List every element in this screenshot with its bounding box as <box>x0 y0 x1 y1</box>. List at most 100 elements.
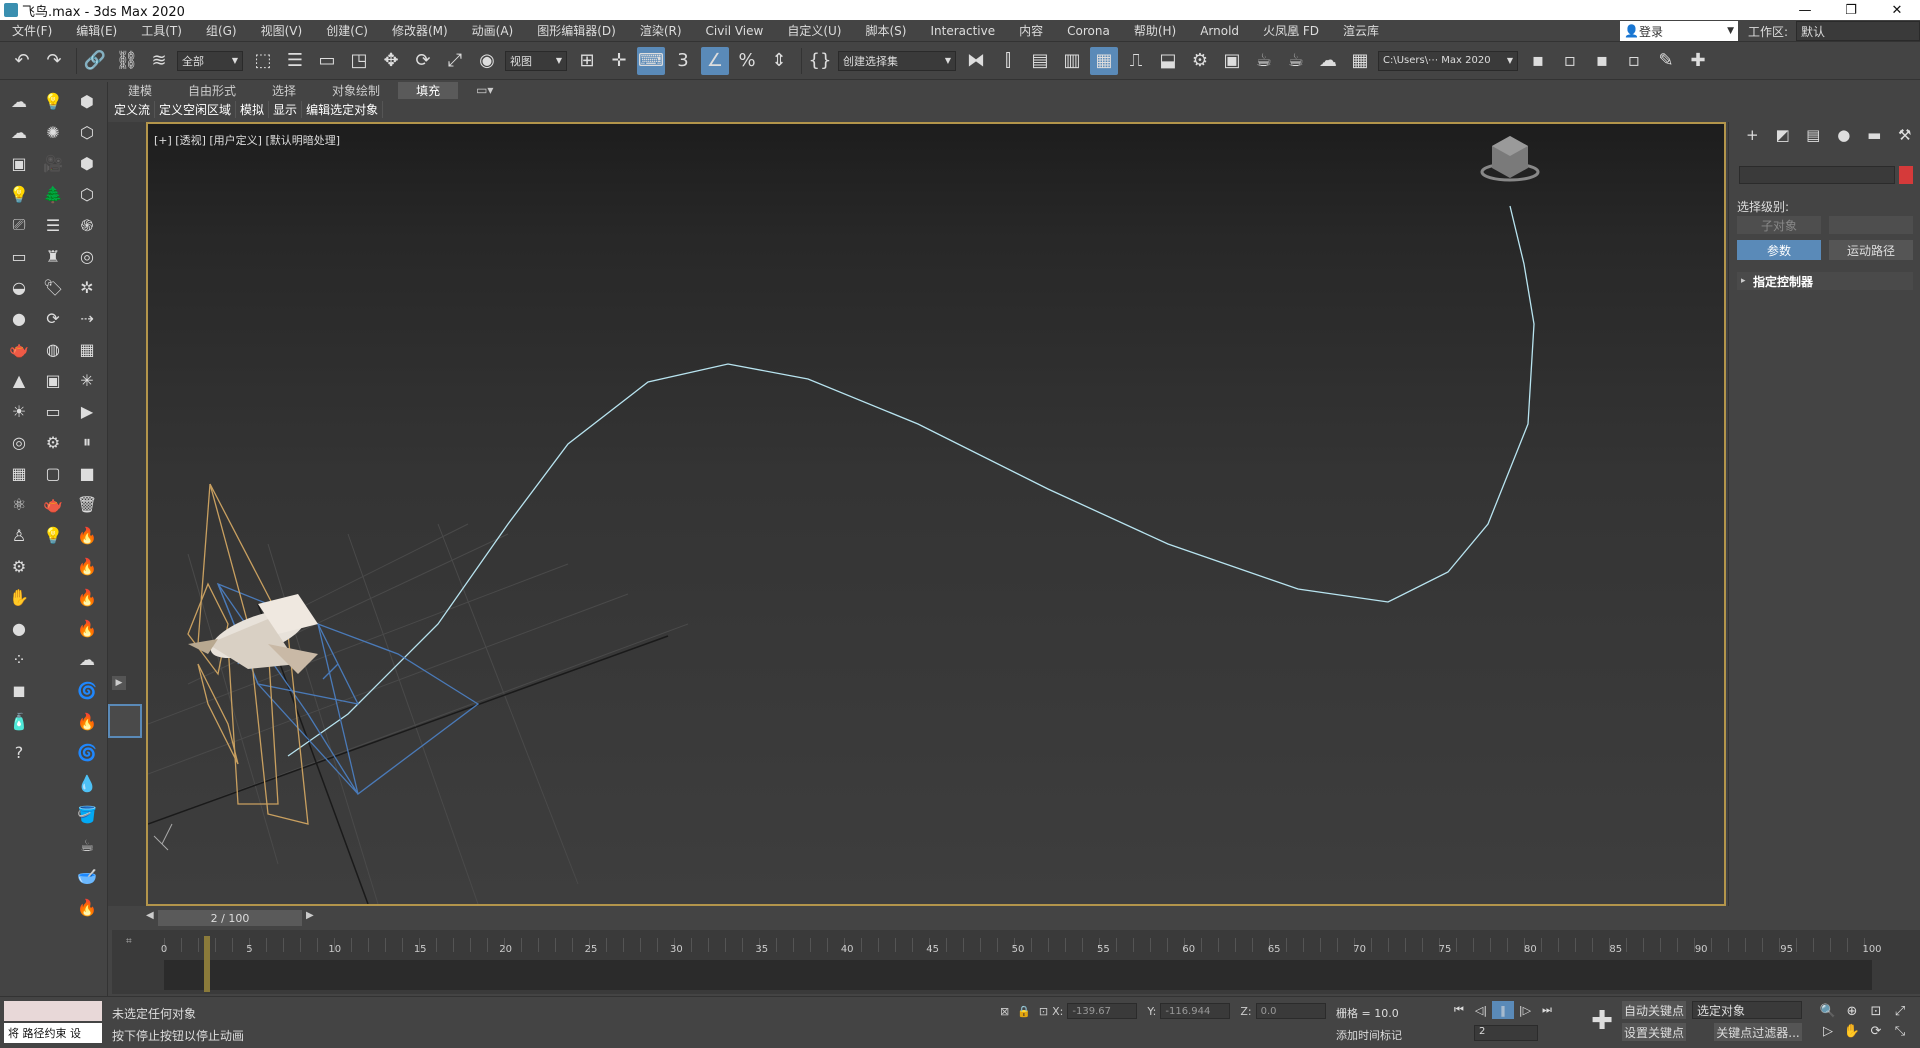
network-icon[interactable]: ✲ <box>74 274 100 300</box>
menu-corona[interactable]: Corona <box>1055 24 1122 38</box>
bottle-icon[interactable]: 🧴 <box>6 708 32 734</box>
utilities-tab-icon[interactable]: ⚒ <box>1890 126 1920 144</box>
pivot-center-icon[interactable]: ⊞ <box>573 47 601 75</box>
fire-icon[interactable]: 🔥 <box>74 615 100 641</box>
next-frame-icon[interactable]: ▶ <box>306 910 314 921</box>
add-time-tag[interactable]: 添加时间标记 <box>1336 1027 1402 1043</box>
menu-create[interactable]: 创建(C) <box>314 22 380 39</box>
menu-help[interactable]: 帮助(H) <box>1122 22 1188 39</box>
cone-icon[interactable]: ▲ <box>6 367 32 393</box>
zoom-extents-icon[interactable]: ⊡ <box>1864 1001 1888 1021</box>
track-bar[interactable]: ⌗ 0 5 10 15 20 25 30 35 40 45 50 55 60 6… <box>112 930 1920 994</box>
menu-scripting[interactable]: 脚本(S) <box>853 22 918 39</box>
tag-icon[interactable]: 🏷 <box>40 274 66 300</box>
redo-icon[interactable]: ↷ <box>40 47 68 75</box>
zoom-all-icon[interactable]: ⊕ <box>1840 1001 1864 1021</box>
move-icon[interactable]: ✥ <box>377 47 405 75</box>
swirl2-icon[interactable]: 🌀 <box>74 739 100 765</box>
material-editor-icon[interactable]: ⬓ <box>1154 47 1182 75</box>
project-folder-icon[interactable]: ▪ <box>1524 47 1552 75</box>
trash-icon[interactable]: 🗑 <box>74 491 100 517</box>
link-icon[interactable]: 🔗 <box>81 47 109 75</box>
hex-icon[interactable]: ⬡ <box>74 181 100 207</box>
window-crossing-icon[interactable]: ◳ <box>345 47 373 75</box>
teapot-icon[interactable]: 🫖 <box>6 336 32 362</box>
select-object-icon[interactable]: ⬚ <box>249 47 277 75</box>
menu-customize[interactable]: 自定义(U) <box>775 22 853 39</box>
view-cube[interactable] <box>1480 136 1540 182</box>
stop-icon[interactable]: ■ <box>74 460 100 486</box>
window-icon[interactable]: ▢ <box>40 460 66 486</box>
cube-orange-icon[interactable]: ⬢ <box>74 150 100 176</box>
define-idle-areas-button[interactable]: 定义空闲区域 <box>155 100 237 118</box>
menu-graph-editors[interactable]: 图形编辑器(D) <box>525 22 628 39</box>
plus-icon[interactable]: ✚ <box>1684 47 1712 75</box>
tools-icon[interactable]: ✎ <box>1652 47 1680 75</box>
cube-red-icon[interactable]: ⬢ <box>74 88 100 114</box>
z-coordinate-field[interactable]: 0.0 <box>1255 1003 1326 1019</box>
edit-selected-button[interactable]: 编辑选定对象 <box>302 100 384 118</box>
bulb-outline-icon[interactable]: 💡 <box>40 522 66 548</box>
key-mode-select[interactable]: 选定对象 <box>1692 1001 1802 1019</box>
menu-interactive[interactable]: Interactive <box>918 24 1007 38</box>
rotate-icon[interactable]: ⟳ <box>409 47 437 75</box>
restore-button[interactable]: ❐ <box>1828 0 1874 20</box>
menu-animation[interactable]: 动画(A) <box>460 22 526 39</box>
schematic-view-icon[interactable]: ⎍ <box>1122 47 1150 75</box>
cube-icon[interactable]: ◼ <box>6 677 32 703</box>
reference-coordinate-system[interactable]: 视图 ▼ <box>505 50 567 71</box>
render-setup-icon[interactable]: ⚙ <box>1186 47 1214 75</box>
camera-icon[interactable]: ⎚ <box>6 212 32 238</box>
hierarchy-tab-icon[interactable]: ▤ <box>1798 126 1829 144</box>
named-selection-sets[interactable]: 创建选择集 ▼ <box>838 50 956 71</box>
teapot-outline-icon[interactable]: 🫖 <box>40 491 66 517</box>
menu-cloud-library[interactable]: 渲云库 <box>1331 22 1391 39</box>
menu-content[interactable]: 内容 <box>1007 22 1055 39</box>
camera-icon[interactable]: 🎥 <box>40 150 66 176</box>
screen-icon[interactable]: ▭ <box>40 398 66 424</box>
isolate-icon[interactable]: ⊠ <box>1000 1005 1009 1018</box>
maxscript-listener[interactable]: 将 路径约束 设 <box>4 1023 102 1043</box>
box-icon[interactable]: ▣ <box>40 367 66 393</box>
orbit-icon[interactable]: ⟳ <box>1864 1021 1888 1041</box>
align-icon[interactable]: ⫿ <box>994 47 1022 75</box>
snaps-toggle-icon[interactable]: 3 <box>669 47 697 75</box>
fov-icon[interactable]: ▷ <box>1816 1021 1840 1041</box>
ribbon-options-icon[interactable]: ▭▾ <box>458 83 511 97</box>
burst-icon[interactable]: ✳ <box>74 367 100 393</box>
current-frame-marker[interactable] <box>204 936 210 992</box>
undo-icon[interactable]: ↶ <box>8 47 36 75</box>
xref-icon[interactable]: ▪ <box>1588 47 1616 75</box>
select-manipulate-icon[interactable]: ✛ <box>605 47 633 75</box>
curve-editor-icon[interactable]: ▦ <box>1090 46 1118 75</box>
ring-icon[interactable]: ◎ <box>74 243 100 269</box>
render-in-cloud-icon[interactable]: ☁ <box>1314 47 1342 75</box>
menu-fumefx[interactable]: 火凤凰 FD <box>1251 22 1331 39</box>
menu-edit[interactable]: 编辑(E) <box>64 22 129 39</box>
image-icon[interactable]: ▣ <box>6 150 32 176</box>
edit-named-selection-icon[interactable]: {} <box>806 47 834 75</box>
menu-tools[interactable]: 工具(T) <box>129 22 194 39</box>
pause-icon[interactable]: ⏸ <box>74 429 100 455</box>
maxscript-listener-top[interactable] <box>4 1001 102 1021</box>
selection-filter[interactable]: 全部 ▼ <box>177 50 243 71</box>
menu-group[interactable]: 组(G) <box>194 22 249 39</box>
go-to-start-icon[interactable]: ⏮ <box>1448 1001 1470 1019</box>
rect-selection-icon[interactable]: ▭ <box>313 47 341 75</box>
scale-icon[interactable]: ⤢ <box>441 47 469 75</box>
workspace-select[interactable]: 默认 <box>1796 21 1920 41</box>
maximize-icon[interactable]: ⤢ <box>1888 1001 1912 1021</box>
object-name-field[interactable] <box>1739 166 1895 184</box>
parameters-button[interactable]: 参数 <box>1737 240 1821 260</box>
ribbon-toggle-icon[interactable]: ▥ <box>1058 47 1086 75</box>
current-frame-field[interactable]: 2 <box>1474 1025 1538 1041</box>
plane-icon[interactable]: ▭ <box>6 243 32 269</box>
tower-icon[interactable]: ♜ <box>40 243 66 269</box>
menu-arnold[interactable]: Arnold <box>1188 24 1251 38</box>
motion-tab-icon[interactable]: ● <box>1829 126 1860 144</box>
place-icon[interactable]: ◉ <box>473 47 501 75</box>
motion-path-spline[interactable] <box>287 205 1535 757</box>
gears-icon[interactable]: ⚙ <box>40 429 66 455</box>
drop-icon[interactable]: 💧 <box>74 770 100 796</box>
flame-icon[interactable]: 🔥 <box>74 708 100 734</box>
